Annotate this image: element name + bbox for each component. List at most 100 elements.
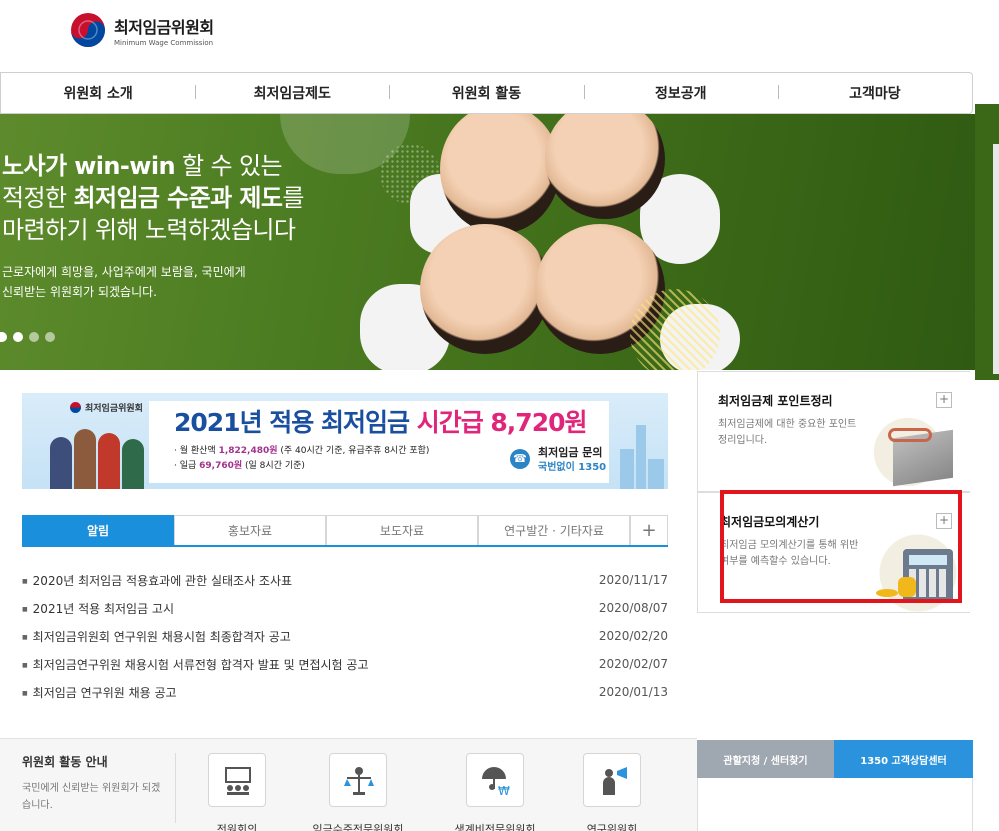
notice-title[interactable]: 최저임금위원회 연구위원 채용시험 최종합격자 공고	[22, 628, 291, 645]
activity-living-cost[interactable]: ₩ 생계비전문위원회	[435, 753, 555, 831]
banner-monthly: · 월 환산액 1,822,480원 (주 40시간 기준, 유급주휴 8시간 …	[174, 443, 429, 456]
worker-illustration	[50, 437, 72, 489]
tab-promotion[interactable]: 홍보자료	[174, 515, 326, 545]
hero-headline: 노사가 win-win 할 수 있는 적정한 최저임금 수준과 제도를 마련하기…	[2, 150, 304, 246]
contact-number: 국번없이 1350	[538, 462, 607, 473]
banner-daily: · 일급 69,760원 (일 8시간 기준)	[174, 458, 305, 471]
meeting-icon	[225, 767, 251, 795]
research-icon	[583, 753, 641, 807]
logo-name-ko: 최저임금위원회	[114, 17, 214, 37]
list-item[interactable]: 최저임금연구위원 채용시험 서류전형 합격자 발표 및 면접시험 공고 2020/…	[22, 650, 668, 678]
minimum-wage-banner[interactable]: 최저임금위원회 2021년 적용 최저임금 시간급 8,720원 · 월 환산액…	[22, 393, 668, 489]
building-illustration	[648, 459, 664, 489]
tab-research[interactable]: 연구발간 · 기타자료	[478, 515, 630, 545]
page-scrollbar[interactable]	[993, 144, 999, 374]
list-item[interactable]: 2021년 적용 최저임금 고시 2020/08/07	[22, 594, 668, 622]
tab-notice[interactable]: 알림	[22, 515, 174, 545]
umbrella-won-icon: ₩	[482, 767, 510, 797]
logo-name-en: Minimum Wage Commission	[114, 38, 214, 47]
worker-illustration	[74, 429, 96, 489]
notice-date: 2020/02/20	[598, 629, 668, 643]
notice-date: 2020/01/13	[598, 685, 668, 699]
hero-photo-child	[440, 114, 560, 234]
banner-title: 2021년 적용 최저임금 시간급 8,720원	[174, 403, 588, 439]
hero-line1-bold: 노사가 win-win	[2, 152, 176, 180]
slider-dot[interactable]	[13, 332, 23, 342]
banner-logo-text: 최저임금위원회	[85, 404, 143, 414]
card-title[interactable]: 최저임금제 포인트정리	[718, 392, 833, 409]
main-navigation: 위원회 소개 최저임금제도 위원회 활동 정보공개 고객마당	[0, 72, 973, 114]
notice-date: 2020/11/17	[598, 573, 668, 587]
activity-label: 전원회의	[216, 823, 258, 831]
nav-wage-system[interactable]: 최저임금제도	[195, 83, 389, 103]
glasses-icon	[888, 428, 932, 442]
nav-activity[interactable]: 위원회 활동	[389, 83, 583, 103]
activity-desc: 국민에게 신뢰받는 위원회가 되겠습니다.	[22, 783, 161, 811]
hero-photo-child	[420, 224, 550, 354]
banner-logo: 최저임금위원회	[70, 401, 143, 414]
bottom-tab-panel	[697, 778, 973, 831]
nav-info-disclosure[interactable]: 정보공개	[583, 83, 778, 103]
notice-date: 2020/08/07	[598, 601, 668, 615]
scale-icon	[344, 767, 374, 795]
activity-wage-level[interactable]: 임금수준전문위원회	[298, 753, 418, 831]
hero-edge	[975, 104, 999, 380]
slider-pagination	[0, 332, 55, 342]
plus-icon[interactable]: +	[936, 392, 952, 408]
notice-title[interactable]: 최저임금 연구위원 채용 공고	[22, 684, 177, 701]
nav-customer[interactable]: 고객마당	[777, 83, 972, 103]
tab-office-finder[interactable]: 관할지청 / 센터찾기	[697, 740, 834, 778]
banner-daily-value: 69,760원	[199, 461, 243, 471]
activity-title: 위원회 활동 안내	[22, 755, 108, 769]
hero-line2-bold: 최저임금 수준과 제도	[73, 184, 283, 212]
more-button[interactable]: +	[630, 515, 668, 545]
notice-title[interactable]: 2021년 적용 최저임금 고시	[22, 600, 174, 617]
banner-monthly-value: 1,822,480원	[218, 446, 278, 456]
list-item[interactable]: 최저임금 연구위원 채용 공고 2020/01/13	[22, 678, 668, 706]
hero-line2-pre: 적정한	[2, 184, 74, 212]
highlight-box	[720, 490, 962, 603]
notice-date: 2020/02/07	[598, 657, 668, 671]
living-cost-icon: ₩	[466, 753, 524, 807]
hero-line2-post: 를	[282, 184, 304, 212]
hero-subtext: 근로자에게 희망을, 사업주에게 보람을, 국민에게 신뢰받는 위원회가 되겠습…	[2, 262, 246, 302]
list-item[interactable]: 최저임금위원회 연구위원 채용시험 최종합격자 공고 2020/02/20	[22, 622, 668, 650]
slider-dot[interactable]	[0, 332, 7, 342]
nav-about[interactable]: 위원회 소개	[1, 83, 195, 103]
card-desc: 최저임금제에 대한 중요한 포인트 정리입니다.	[718, 419, 857, 446]
banner-title-accent: 시간급 8,720원	[416, 408, 588, 437]
slider-dot[interactable]	[45, 332, 55, 342]
wage-point-summary-card[interactable]: 최저임금제 포인트정리 최저임금제에 대한 중요한 포인트 정리입니다. +	[697, 371, 970, 492]
wage-level-icon	[329, 753, 387, 807]
emblem-icon	[70, 402, 81, 413]
banner-monthly-label: · 월 환산액	[174, 446, 219, 456]
hero-banner: 노사가 win-win 할 수 있는 적정한 최저임금 수준과 제도를 마련하기…	[0, 114, 975, 370]
page: 최저임금위원회 Minimum Wage Commission 위원회 소개 최…	[0, 0, 999, 831]
site-logo[interactable]: 최저임금위원회 Minimum Wage Commission	[70, 12, 214, 48]
slider-dot[interactable]	[29, 332, 39, 342]
banner-daily-label: · 일급	[174, 461, 200, 471]
activity-plenary[interactable]: 전원회의	[177, 753, 297, 831]
board-tabs: 알림 홍보자료 보도자료 연구발간 · 기타자료 +	[22, 515, 668, 547]
building-illustration	[620, 449, 634, 489]
notice-title[interactable]: 2020년 최저임금 적용효과에 관한 실태조사 조사표	[22, 572, 292, 589]
tab-press[interactable]: 보도자료	[326, 515, 478, 545]
megaphone-icon	[603, 767, 627, 795]
hero-line1-rest: 할 수 있는	[174, 152, 283, 180]
worker-illustration	[122, 439, 144, 489]
divider	[175, 753, 176, 823]
activity-label: 임금수준전문위원회	[312, 823, 404, 831]
banner-title-main: 2021년 적용 최저임금	[174, 408, 417, 437]
tab-call-center[interactable]: 1350 고객상담센터	[834, 740, 973, 778]
svg-text:₩: ₩	[498, 784, 510, 797]
plenary-meeting-icon	[208, 753, 266, 807]
worker-illustration	[98, 433, 120, 489]
list-item[interactable]: 2020년 최저임금 적용효과에 관한 실태조사 조사표 2020/11/17	[22, 566, 668, 594]
hero-sub-line2: 신뢰받는 위원회가 되겠습니다.	[2, 285, 157, 299]
activity-label: 생계비전문위원회	[454, 823, 536, 831]
activity-label: 연구위원회	[586, 823, 638, 831]
activity-research[interactable]: 연구위원회	[552, 753, 672, 831]
notice-title[interactable]: 최저임금연구위원 채용시험 서류전형 합격자 발표 및 면접시험 공고	[22, 656, 369, 673]
hero-sub-line1: 근로자에게 희망을, 사업주에게 보람을, 국민에게	[2, 265, 246, 279]
hero-line3: 마련하기 위해 노력하겠습니다	[2, 216, 296, 244]
